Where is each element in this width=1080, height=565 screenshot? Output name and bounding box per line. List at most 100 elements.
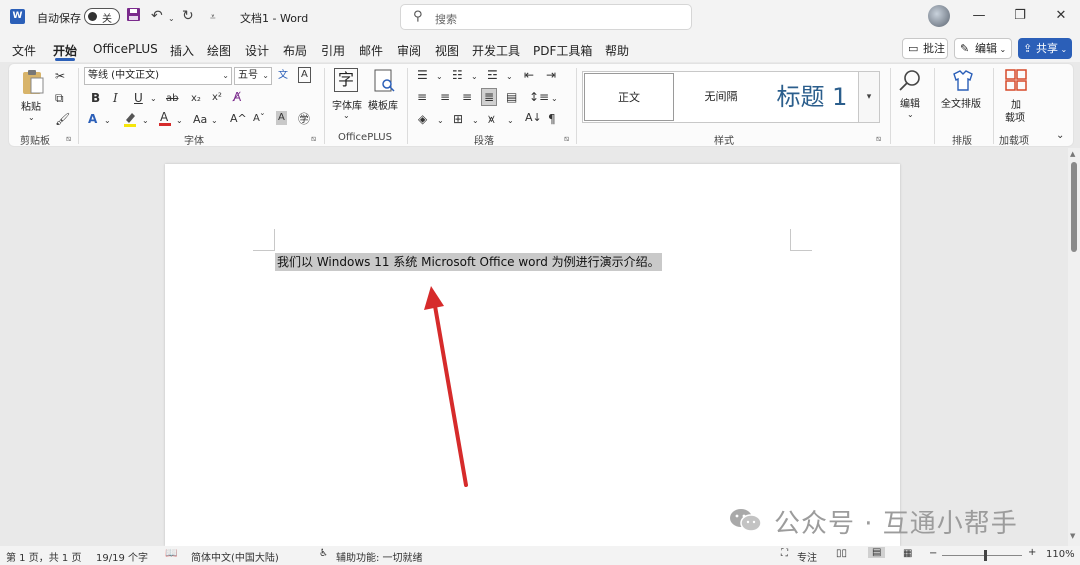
increase-indent-icon[interactable]: ⇥	[546, 67, 556, 83]
zoom-out-icon[interactable]: −	[929, 548, 937, 559]
line-spacing-dropdown-icon[interactable]: ⌄	[551, 91, 558, 107]
tab-insert[interactable]: 插入	[170, 42, 194, 59]
tab-draw[interactable]: 绘图	[207, 42, 231, 59]
superscript-icon[interactable]: x²	[212, 90, 222, 106]
share-button[interactable]: ⇪ 共享 ⌄	[1018, 38, 1072, 59]
close-icon[interactable]: ✕	[1050, 6, 1072, 26]
shading-dropdown-icon[interactable]: ⌄	[437, 113, 444, 129]
read-mode-icon[interactable]: ▯▯	[836, 548, 847, 559]
focus-icon[interactable]: ⛶	[781, 548, 788, 559]
undo-icon[interactable]: ↶	[151, 7, 163, 25]
tab-review[interactable]: 审阅	[397, 42, 421, 59]
autosave-toggle[interactable]: 关	[84, 8, 120, 25]
tab-view[interactable]: 视图	[435, 42, 459, 59]
multilevel-list-dropdown-icon[interactable]: ⌄	[506, 69, 513, 85]
bullets-icon[interactable]: ☰	[417, 67, 428, 83]
tab-file[interactable]: 文件	[12, 42, 36, 59]
tab-home[interactable]: 开始	[53, 42, 77, 59]
line-spacing-icon[interactable]: ↕≡	[529, 89, 549, 105]
text-effects-icon[interactable]: A	[88, 111, 97, 127]
proofing-icon[interactable]: 📖	[165, 548, 177, 559]
underline-icon[interactable]: U	[134, 90, 143, 106]
font-color-dropdown-icon[interactable]: ⌄	[176, 113, 183, 129]
vertical-scrollbar[interactable]: ▲ ▼	[1068, 148, 1080, 546]
align-center-icon[interactable]: ≡	[440, 89, 450, 105]
align-left-icon[interactable]: ≡	[417, 89, 427, 105]
addins-label-line2[interactable]: 载项	[1005, 109, 1025, 124]
highlight-dropdown-icon[interactable]: ⌄	[142, 113, 149, 129]
scroll-down-icon[interactable]: ▼	[1070, 532, 1075, 540]
multilevel-list-icon[interactable]: ☲	[487, 67, 498, 83]
subscript-icon[interactable]: x₂	[191, 91, 201, 107]
full-layout-icon[interactable]	[949, 68, 977, 97]
font-library-dropdown-icon[interactable]: ⌄	[343, 108, 350, 124]
change-case-dropdown-icon[interactable]: ⌄	[211, 113, 218, 129]
font-library-icon[interactable]: 字	[334, 68, 360, 92]
tab-help[interactable]: 帮助	[605, 42, 629, 59]
bullets-dropdown-icon[interactable]: ⌄	[436, 69, 443, 85]
strikethrough-icon[interactable]: ab	[166, 91, 178, 107]
zoom-slider-thumb[interactable]	[984, 550, 987, 561]
zoom-slider[interactable]	[942, 555, 1022, 556]
borders-icon[interactable]: ⊞	[453, 111, 463, 127]
phonetic-guide-icon[interactable]: 文	[278, 68, 288, 84]
template-library-label[interactable]: 模板库	[368, 97, 398, 112]
numbering-dropdown-icon[interactable]: ⌄	[471, 69, 478, 85]
clipboard-dialog-launcher-icon[interactable]: ⧅	[66, 134, 71, 144]
tab-references[interactable]: 引用	[321, 42, 345, 59]
font-color-icon[interactable]: A	[158, 110, 172, 130]
format-painter-icon[interactable]: 🖌	[55, 111, 70, 127]
justify-icon[interactable]: ≣	[481, 88, 498, 106]
decrease-indent-icon[interactable]: ⇤	[524, 67, 534, 83]
zoom-level[interactable]: 110%	[1046, 549, 1075, 560]
paste-button[interactable]	[18, 68, 48, 99]
paragraph-dialog-launcher-icon[interactable]: ⧅	[564, 134, 569, 144]
sort-icon[interactable]: A↓	[525, 110, 542, 126]
document-page[interactable]	[165, 164, 900, 546]
word-count[interactable]: 19/19 个字	[96, 549, 148, 564]
tab-layout[interactable]: 布局	[283, 42, 307, 59]
comments-button[interactable]: ▭ 批注	[902, 38, 948, 59]
find-icon[interactable]	[896, 68, 924, 97]
accessibility-icon[interactable]: ♿	[319, 548, 328, 559]
style-heading-1[interactable]: 标题 1	[768, 73, 856, 121]
cut-icon[interactable]: ✂	[55, 68, 65, 84]
font-size-select[interactable]: 五号 ⌄	[234, 67, 272, 85]
maximize-icon[interactable]: ❐	[1009, 6, 1031, 26]
addins-icon[interactable]	[1003, 68, 1029, 95]
editing-mode-button[interactable]: ✎ 编辑 ⌄	[954, 38, 1012, 59]
tab-design[interactable]: 设计	[245, 42, 269, 59]
redo-icon[interactable]: ↻	[182, 7, 194, 25]
underline-dropdown-icon[interactable]: ⌄	[150, 91, 157, 107]
scroll-up-icon[interactable]: ▲	[1070, 150, 1075, 158]
language-indicator[interactable]: 简体中文(中国大陆)	[191, 549, 279, 564]
template-library-icon[interactable]	[371, 68, 397, 97]
editing-dropdown-icon[interactable]: ⌄	[907, 107, 914, 123]
grow-font-icon[interactable]: A^	[230, 111, 247, 127]
italic-icon[interactable]: I	[113, 90, 118, 106]
focus-label[interactable]: 专注	[797, 549, 817, 564]
style-normal[interactable]: 正文	[584, 73, 674, 121]
clear-formatting-icon[interactable]: A̸	[233, 89, 241, 105]
chinese-layout-icon[interactable]: ⩙	[488, 111, 495, 127]
accessibility-status[interactable]: 辅助功能: 一切就绪	[336, 549, 423, 564]
text-effects-dropdown-icon[interactable]: ⌄	[104, 113, 111, 129]
character-shading-icon[interactable]: A	[276, 111, 287, 125]
styles-more-icon[interactable]: ▾	[858, 71, 880, 123]
highlight-icon[interactable]	[123, 111, 137, 131]
borders-dropdown-icon[interactable]: ⌄	[472, 113, 479, 129]
zoom-in-icon[interactable]: +	[1028, 547, 1036, 558]
enclose-characters-icon[interactable]: ㊫	[298, 111, 310, 127]
tab-officeplus[interactable]: OfficePLUS	[93, 42, 158, 56]
bold-icon[interactable]: B	[91, 90, 100, 106]
tab-mailings[interactable]: 邮件	[359, 42, 383, 59]
collapse-ribbon-icon[interactable]: ⌄	[1056, 128, 1064, 144]
show-marks-icon[interactable]: ¶	[548, 111, 556, 127]
customize-quick-access-icon[interactable]: ⩡	[210, 9, 216, 27]
change-case-icon[interactable]: Aa	[193, 112, 207, 128]
align-right-icon[interactable]: ≡	[462, 89, 472, 105]
document-text-selected[interactable]: 我们以 Windows 11 系统 Microsoft Office word …	[275, 253, 662, 271]
character-border-icon[interactable]: A	[298, 67, 311, 83]
full-layout-label[interactable]: 全文排版	[941, 95, 981, 110]
numbering-icon[interactable]: ☷	[452, 67, 463, 83]
